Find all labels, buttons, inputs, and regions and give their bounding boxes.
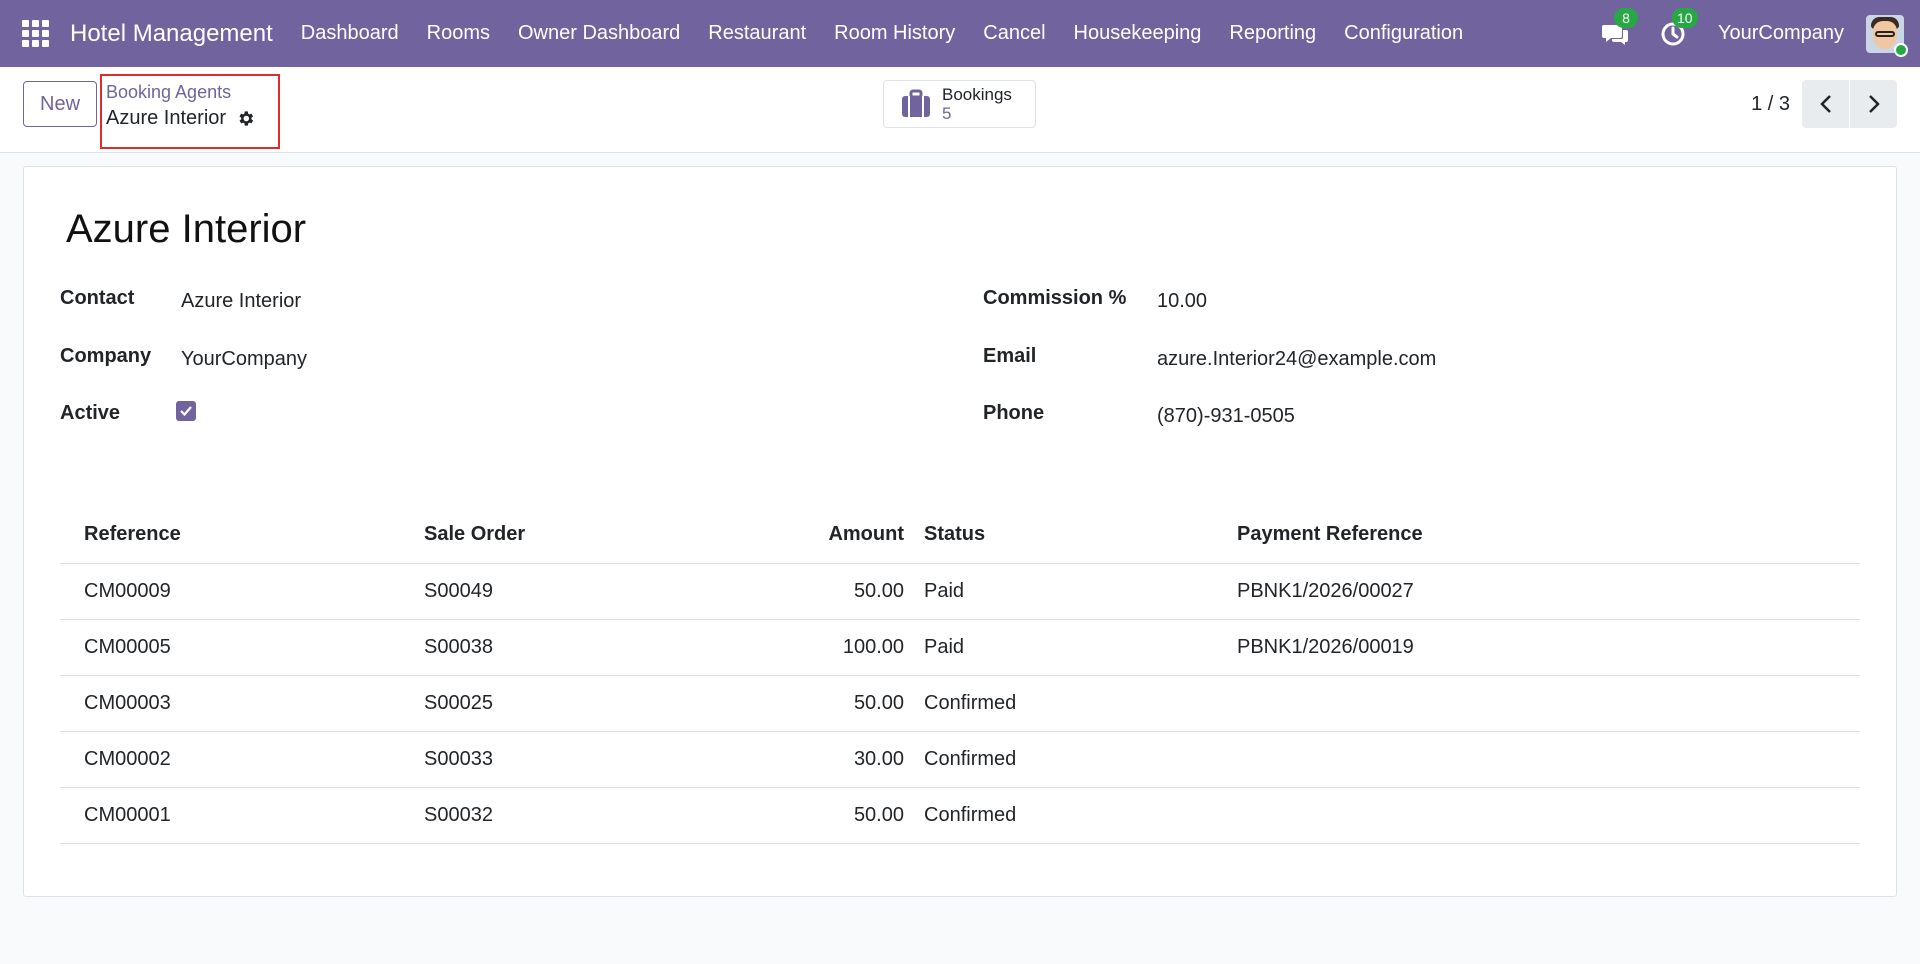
table-row[interactable]: CM00005 S00038 100.00 Paid PBNK1/2026/00… xyxy=(60,619,1860,676)
cell-sale-order: S00038 xyxy=(414,619,688,676)
suitcase-icon xyxy=(900,89,932,119)
cell-amount: 50.00 xyxy=(688,675,914,732)
breadcrumb: Booking Agents Azure Interior xyxy=(100,74,280,149)
cell-amount: 50.00 xyxy=(688,563,914,620)
pager-previous-button[interactable] xyxy=(1802,80,1849,128)
gear-icon[interactable] xyxy=(236,109,255,128)
cell-payment-reference xyxy=(1227,787,1860,844)
navbar-systray: 8 10 YourCompany xyxy=(1586,7,1908,57)
bookings-label: Bookings xyxy=(942,85,1012,104)
control-panel: New Booking Agents Azure Interior Bookin… xyxy=(0,67,1920,153)
commission-field[interactable]: 10.00 xyxy=(1157,290,1207,313)
breadcrumb-current-label: Azure Interior xyxy=(106,107,227,129)
menu-item-dashboard[interactable]: Dashboard xyxy=(287,22,413,45)
cell-payment-reference: PBNK1/2026/00027 xyxy=(1227,563,1860,620)
cell-reference: CM00005 xyxy=(60,619,414,676)
email-label: Email xyxy=(983,345,1037,367)
cell-sale-order: S00025 xyxy=(414,675,688,732)
menu-item-housekeeping[interactable]: Housekeeping xyxy=(1060,22,1216,45)
cell-amount: 30.00 xyxy=(688,731,914,788)
cell-reference: CM00002 xyxy=(60,731,414,788)
apps-menu-icon[interactable] xyxy=(22,19,50,48)
active-checkbox[interactable] xyxy=(176,401,196,421)
menu-item-cancel[interactable]: Cancel xyxy=(969,22,1059,45)
company-field[interactable]: YourCompany xyxy=(181,348,307,371)
cell-status: Paid xyxy=(914,563,1227,620)
menu-item-restaurant[interactable]: Restaurant xyxy=(694,22,820,45)
menu-item-configuration[interactable]: Configuration xyxy=(1330,22,1477,45)
app-name[interactable]: Hotel Management xyxy=(70,20,273,48)
chevron-left-icon xyxy=(1819,95,1831,113)
cell-status: Confirmed xyxy=(914,787,1227,844)
company-switcher[interactable]: YourCompany xyxy=(1718,22,1844,45)
contact-label: Contact xyxy=(60,287,135,309)
cell-reference: CM00003 xyxy=(60,675,414,732)
cell-sale-order: S00049 xyxy=(414,563,688,620)
record-title[interactable]: Azure Interior xyxy=(66,207,306,252)
messages-badge: 8 xyxy=(1613,7,1638,28)
commission-lines-table: Reference Sale Order Amount Status Payme… xyxy=(60,507,1860,844)
cell-sale-order: S00033 xyxy=(414,731,688,788)
cell-reference: CM00009 xyxy=(60,563,414,620)
table-row[interactable]: CM00003 S00025 50.00 Confirmed xyxy=(60,675,1860,732)
email-field[interactable]: azure.Interior24@example.com xyxy=(1157,348,1436,371)
bookings-count: 5 xyxy=(942,104,952,123)
chevron-right-icon xyxy=(1868,95,1880,113)
company-label: Company xyxy=(60,345,152,367)
breadcrumb-parent-link[interactable]: Booking Agents xyxy=(106,81,274,103)
cell-payment-reference: PBNK1/2026/00019 xyxy=(1227,619,1860,676)
form-sheet: Azure Interior Contact Azure Interior Co… xyxy=(23,166,1897,897)
active-label: Active xyxy=(60,402,121,424)
column-header-status[interactable]: Status xyxy=(914,507,1227,564)
online-status-icon xyxy=(1894,42,1908,57)
menu-item-reporting[interactable]: Reporting xyxy=(1215,22,1330,45)
column-header-sale-order[interactable]: Sale Order xyxy=(414,507,688,564)
checkmark-icon xyxy=(180,406,192,417)
breadcrumb-current: Azure Interior xyxy=(106,105,274,131)
menu-item-room-history[interactable]: Room History xyxy=(820,22,969,45)
table-row[interactable]: CM00009 S00049 50.00 Paid PBNK1/2026/000… xyxy=(60,563,1860,620)
messages-icon[interactable]: 8 xyxy=(1598,7,1638,51)
cell-amount: 100.00 xyxy=(688,619,914,676)
cell-amount: 50.00 xyxy=(688,787,914,844)
table-row[interactable]: CM00002 S00033 30.00 Confirmed xyxy=(60,731,1860,788)
pager-next-button[interactable] xyxy=(1850,80,1897,128)
pager: 1 / 3 xyxy=(1751,80,1897,128)
new-button[interactable]: New xyxy=(23,81,98,127)
cell-status: Confirmed xyxy=(914,675,1227,732)
column-header-reference[interactable]: Reference xyxy=(60,507,414,564)
commission-label: Commission % xyxy=(983,287,1127,309)
contact-field[interactable]: Azure Interior xyxy=(181,290,301,313)
phone-label: Phone xyxy=(983,402,1045,424)
table-row[interactable]: CM00001 S00032 50.00 Confirmed xyxy=(60,787,1860,844)
table-header-row: Reference Sale Order Amount Status Payme… xyxy=(60,507,1860,564)
activities-badge: 10 xyxy=(1671,7,1698,28)
menu-item-owner-dashboard[interactable]: Owner Dashboard xyxy=(504,22,694,45)
column-header-payment-reference[interactable]: Payment Reference xyxy=(1227,507,1860,564)
cell-status: Confirmed xyxy=(914,731,1227,788)
top-navbar: Hotel Management Dashboard Rooms Owner D… xyxy=(0,0,1920,67)
cell-payment-reference xyxy=(1227,675,1860,732)
menu-item-rooms[interactable]: Rooms xyxy=(413,22,504,45)
column-header-amount[interactable]: Amount xyxy=(688,507,914,564)
user-avatar[interactable] xyxy=(1866,14,1908,57)
activities-clock-icon[interactable]: 10 xyxy=(1656,7,1698,51)
phone-field[interactable]: (870)-931-0505 xyxy=(1157,405,1295,428)
bookings-smart-button[interactable]: Bookings 5 xyxy=(883,80,1036,128)
cell-payment-reference xyxy=(1227,731,1860,788)
cell-reference: CM00001 xyxy=(60,787,414,844)
pager-value[interactable]: 1 / 3 xyxy=(1751,93,1790,116)
main-menu: Dashboard Rooms Owner Dashboard Restaura… xyxy=(287,22,1477,45)
cell-sale-order: S00032 xyxy=(414,787,688,844)
cell-status: Paid xyxy=(914,619,1227,676)
